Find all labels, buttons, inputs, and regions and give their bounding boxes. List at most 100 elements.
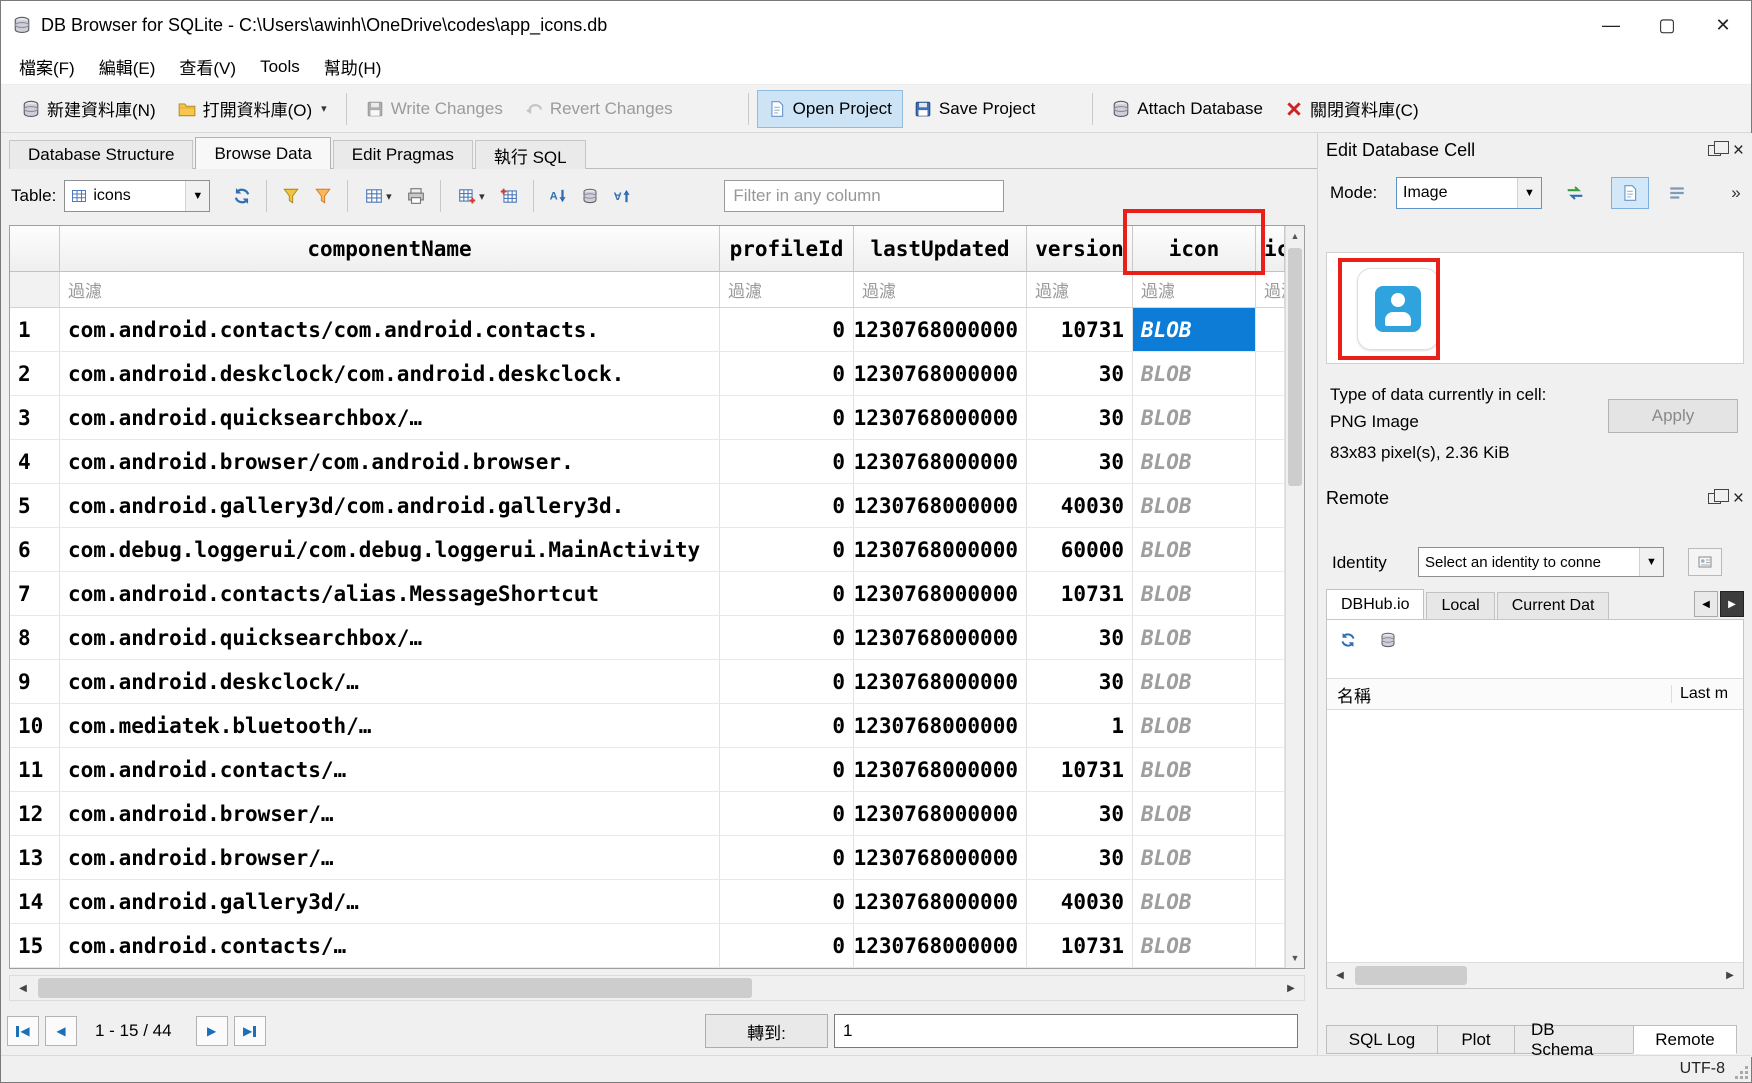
grid-corner-cell[interactable]: [10, 226, 60, 271]
first-record-button[interactable]: ◀: [7, 1016, 39, 1046]
cell-componentName[interactable]: com.debug.loggerui/com.debug.loggerui.Ma…: [60, 528, 720, 572]
apply-button[interactable]: Apply: [1608, 399, 1738, 433]
cell-componentName[interactable]: com.android.contacts/…: [60, 924, 720, 968]
last-record-button[interactable]: ▶: [234, 1016, 266, 1046]
cell-version[interactable]: 30: [1027, 660, 1133, 704]
mode-selector[interactable]: Image ▼: [1396, 177, 1542, 209]
cell-icon-blob[interactable]: BLOB: [1133, 660, 1256, 704]
cell-lastUpdated[interactable]: 1230768000000: [854, 748, 1027, 792]
cell-version[interactable]: 10731: [1027, 572, 1133, 616]
tab-dbhub[interactable]: DBHub.io: [1326, 589, 1424, 619]
cell-lastUpdated[interactable]: 1230768000000: [854, 704, 1027, 748]
cell-profileId[interactable]: 0: [720, 880, 854, 924]
tab-scroll-right-icon[interactable]: ▶: [1720, 591, 1744, 617]
row-number[interactable]: 14: [10, 880, 60, 924]
previous-record-button[interactable]: ◀: [45, 1016, 77, 1046]
sort-ascending-button[interactable]: [542, 180, 574, 212]
filter-input-partial[interactable]: 過濾: [1256, 272, 1285, 307]
cell-lastUpdated[interactable]: 1230768000000: [854, 528, 1027, 572]
cell-partial[interactable]: [1256, 484, 1285, 528]
cell-partial[interactable]: [1256, 792, 1285, 836]
close-database-button[interactable]: 關閉資料庫(C): [1274, 87, 1430, 130]
tab-edit-pragmas[interactable]: Edit Pragmas: [333, 140, 473, 169]
cell-version[interactable]: 30: [1027, 616, 1133, 660]
resize-grip-icon[interactable]: [1734, 1065, 1748, 1079]
cell-icon-blob[interactable]: BLOB: [1133, 352, 1256, 396]
cell-icon-blob[interactable]: BLOB: [1133, 924, 1256, 968]
cell-lastUpdated[interactable]: 1230768000000: [854, 440, 1027, 484]
row-number[interactable]: 3: [10, 396, 60, 440]
next-record-button[interactable]: ▶: [196, 1016, 228, 1046]
column-header-icon[interactable]: icon: [1133, 226, 1256, 271]
identity-certificate-button[interactable]: [1688, 548, 1722, 576]
menu-file[interactable]: 檔案(F): [7, 49, 87, 84]
scroll-left-arrow-icon[interactable]: ◀: [10, 976, 36, 1000]
cell-lastUpdated[interactable]: 1230768000000: [854, 308, 1027, 352]
cell-componentName[interactable]: com.android.quicksearchbox/…: [60, 616, 720, 660]
text-view-button[interactable]: [1664, 177, 1690, 209]
cell-lastUpdated[interactable]: 1230768000000: [854, 924, 1027, 968]
row-number[interactable]: 1: [10, 308, 60, 352]
refresh-table-button[interactable]: [226, 180, 258, 212]
cell-partial[interactable]: [1256, 352, 1285, 396]
cell-componentName[interactable]: com.android.contacts/com.android.contact…: [60, 308, 720, 352]
cell-icon-blob[interactable]: BLOB: [1133, 440, 1256, 484]
import-export-data-button[interactable]: [1558, 177, 1592, 209]
cell-version[interactable]: 30: [1027, 352, 1133, 396]
dock-tab-db-schema[interactable]: DB Schema: [1514, 1025, 1634, 1054]
dock-tab-plot[interactable]: Plot: [1437, 1025, 1515, 1054]
cell-partial[interactable]: [1256, 616, 1285, 660]
dock-tab-remote[interactable]: Remote: [1633, 1025, 1737, 1054]
cell-profileId[interactable]: 0: [720, 352, 854, 396]
cell-partial[interactable]: [1256, 924, 1285, 968]
new-record-button[interactable]: ▾: [449, 180, 493, 212]
row-number[interactable]: 11: [10, 748, 60, 792]
revert-changes-button[interactable]: Revert Changes: [514, 90, 684, 128]
cell-componentName[interactable]: com.android.quicksearchbox/…: [60, 396, 720, 440]
cell-icon-blob[interactable]: BLOB: [1133, 308, 1256, 352]
cell-profileId[interactable]: 0: [720, 528, 854, 572]
remote-horizontal-scrollbar[interactable]: ◀ ▶: [1327, 962, 1743, 988]
cell-partial[interactable]: [1256, 748, 1285, 792]
chevron-down-icon[interactable]: ▾: [321, 102, 327, 115]
cell-profileId[interactable]: 0: [720, 572, 854, 616]
chevron-down-icon[interactable]: ▼: [1639, 548, 1663, 576]
clear-filters-button[interactable]: [307, 180, 339, 212]
filter-input-version[interactable]: 過濾: [1027, 272, 1133, 307]
save-results-button[interactable]: ▾: [356, 180, 400, 212]
cell-lastUpdated[interactable]: 1230768000000: [854, 396, 1027, 440]
column-header-componentName[interactable]: componentName: [60, 226, 720, 271]
filter-input-lastUpdated[interactable]: 過濾: [854, 272, 1027, 307]
horizontal-scrollbar-track[interactable]: [36, 976, 1278, 1000]
cell-lastUpdated[interactable]: 1230768000000: [854, 880, 1027, 924]
filter-input-icon[interactable]: 過濾: [1133, 272, 1256, 307]
cell-profileId[interactable]: 0: [720, 924, 854, 968]
cell-partial[interactable]: [1256, 528, 1285, 572]
cell-lastUpdated[interactable]: 1230768000000: [854, 792, 1027, 836]
cell-lastUpdated[interactable]: 1230768000000: [854, 616, 1027, 660]
filter-any-column-input[interactable]: [724, 180, 1004, 212]
cell-version[interactable]: 30: [1027, 440, 1133, 484]
open-project-button[interactable]: Open Project: [757, 90, 903, 128]
cell-version[interactable]: 40030: [1027, 880, 1133, 924]
cell-partial[interactable]: [1256, 440, 1285, 484]
horizontal-scrollbar[interactable]: ◀ ▶: [9, 975, 1305, 1001]
cell-lastUpdated[interactable]: 1230768000000: [854, 660, 1027, 704]
cell-componentName[interactable]: com.android.browser/…: [60, 836, 720, 880]
cell-version[interactable]: 30: [1027, 396, 1133, 440]
cell-lastUpdated[interactable]: 1230768000000: [854, 484, 1027, 528]
filter-button[interactable]: [275, 180, 307, 212]
column-header-lastUpdated[interactable]: lastUpdated: [854, 226, 1027, 271]
row-number[interactable]: 10: [10, 704, 60, 748]
cell-profileId[interactable]: 0: [720, 308, 854, 352]
tab-execute-sql[interactable]: 執行 SQL: [475, 140, 586, 169]
cell-componentName[interactable]: com.android.deskclock/…: [60, 660, 720, 704]
cell-componentName[interactable]: com.android.contacts/alias.MessageShortc…: [60, 572, 720, 616]
row-number[interactable]: 13: [10, 836, 60, 880]
column-header-name[interactable]: 名稱: [1327, 682, 1671, 707]
tab-scroll-left-icon[interactable]: ◀: [1694, 591, 1718, 617]
scroll-up-arrow-icon[interactable]: ▲: [1286, 226, 1304, 246]
dock-tab-sql-log[interactable]: SQL Log: [1326, 1025, 1438, 1054]
clone-database-button[interactable]: [1373, 626, 1403, 654]
cell-icon-blob[interactable]: BLOB: [1133, 880, 1256, 924]
